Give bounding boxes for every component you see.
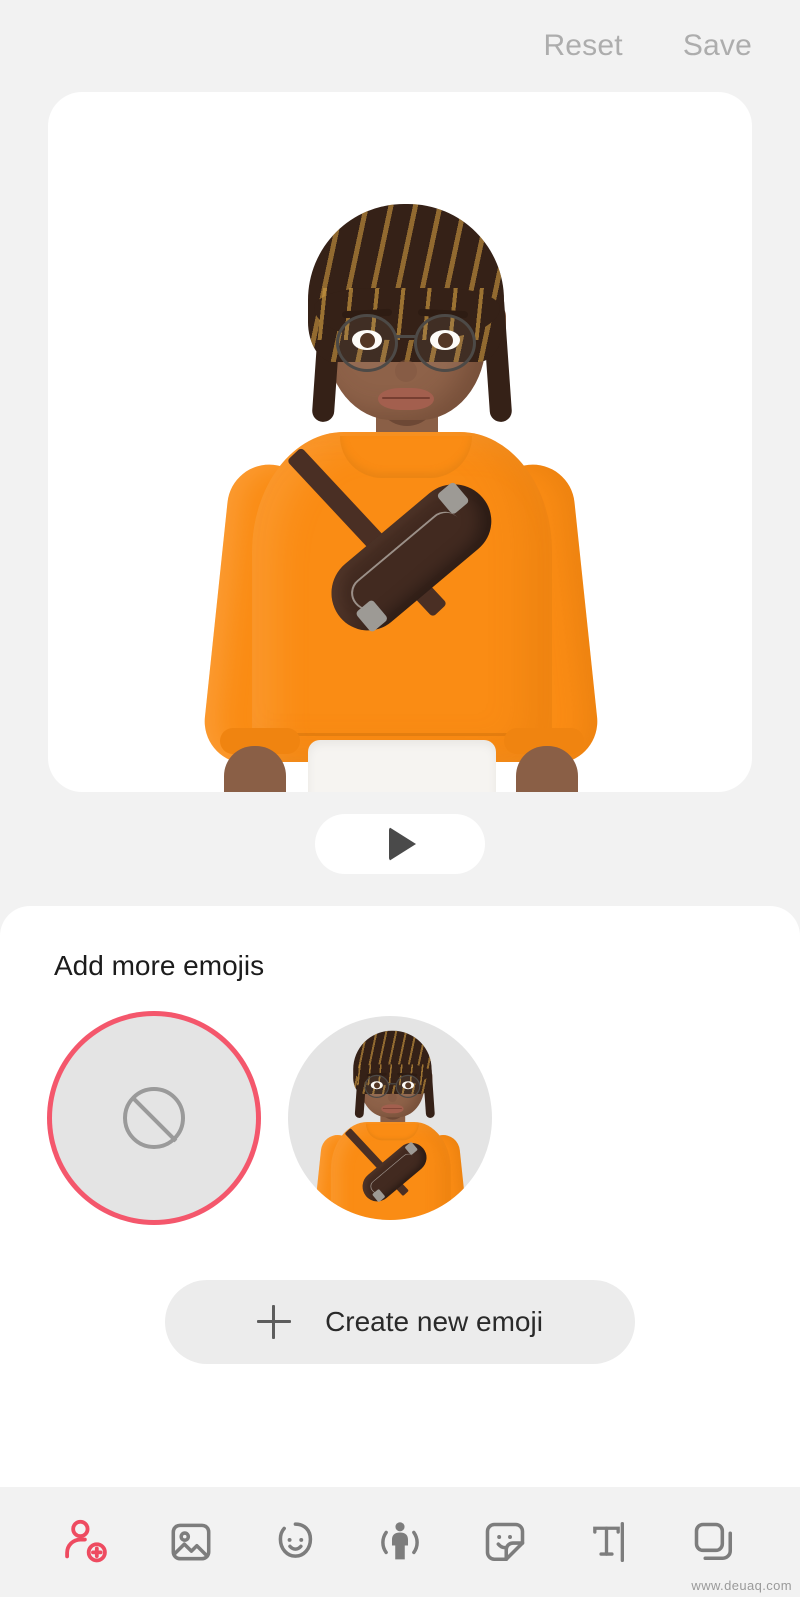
- avatar-glasses-lens-left: [336, 314, 398, 372]
- toolbar-item-text[interactable]: [557, 1487, 662, 1597]
- play-icon: [389, 827, 416, 861]
- create-new-emoji-label: Create new emoji: [325, 1306, 543, 1337]
- reset-button[interactable]: Reset: [537, 25, 628, 67]
- create-new-emoji-button[interactable]: Create new emoji: [165, 1280, 635, 1364]
- avatar-pants: [308, 740, 496, 792]
- avatar-preview-card[interactable]: [48, 92, 752, 792]
- watermark: www.deuaq.com: [691, 1578, 792, 1593]
- person-motion-icon: [381, 1522, 419, 1560]
- emoji-option-none[interactable]: [52, 1016, 256, 1220]
- avatar-glasses-lens-right: [414, 314, 476, 372]
- avatar-glasses-bridge: [397, 335, 415, 338]
- toolbar-item-face[interactable]: [243, 1487, 348, 1597]
- text-icon: [593, 1522, 625, 1562]
- add-person-icon: [65, 1519, 108, 1563]
- image-icon: [171, 1523, 211, 1561]
- bag-buckle-top: [436, 481, 470, 516]
- plus-icon: [257, 1305, 292, 1339]
- emoji-option-avatar-1[interactable]: [288, 1016, 492, 1220]
- sticker-icon: [485, 1522, 524, 1562]
- smiley-face-icon: [279, 1522, 313, 1558]
- toolbar-item-ar-emoji[interactable]: [34, 1487, 139, 1597]
- avatar-editor-screen: Reset Save Add more emojis Create new em…: [0, 0, 800, 1597]
- bottom-toolbar: www.deuaq.com: [0, 1487, 800, 1597]
- add-emojis-sheet: Add more emojis Create new emoji: [0, 906, 800, 1487]
- save-button[interactable]: Save: [677, 25, 758, 67]
- avatar-figure: [190, 92, 610, 792]
- play-animation-button[interactable]: [315, 814, 485, 874]
- toolbar-item-gallery[interactable]: [139, 1487, 244, 1597]
- toolbar-item-sticker[interactable]: [452, 1487, 557, 1597]
- top-action-bar: Reset Save: [0, 0, 800, 92]
- avatar-mouth: [378, 388, 434, 410]
- no-emoji-icon: [123, 1087, 185, 1149]
- avatar-stage: [48, 92, 752, 792]
- avatar-thumbnail: [306, 1016, 474, 1220]
- sheet-title: Add more emojis: [54, 950, 265, 981]
- layers-icon: [694, 1522, 732, 1561]
- emoji-options-row: [0, 1016, 800, 1220]
- toolbar-item-motion[interactable]: [348, 1487, 453, 1597]
- play-button-row: [0, 814, 800, 874]
- avatar-nose: [395, 360, 417, 382]
